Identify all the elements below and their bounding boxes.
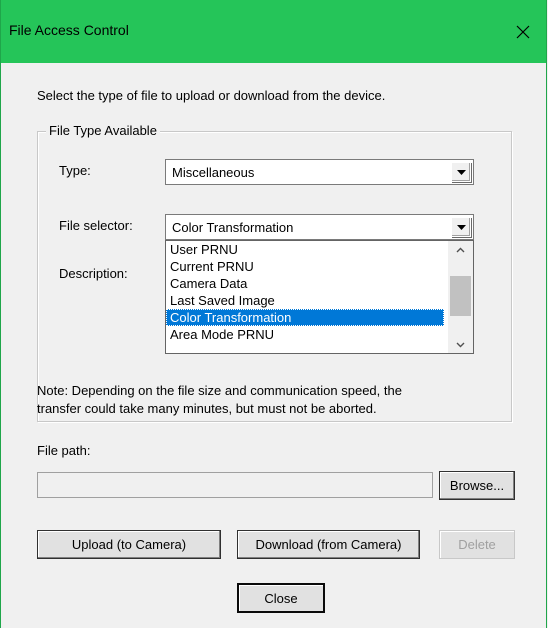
list-item[interactable]: Current PRNU (166, 258, 444, 275)
chevron-up-icon (456, 247, 465, 252)
list-item[interactable]: User PRNU (166, 241, 444, 258)
type-combo[interactable]: Miscellaneous (165, 159, 474, 185)
chevron-down-icon (456, 342, 465, 347)
chevron-down-icon (456, 224, 466, 230)
note-line-1: Note: Depending on the file size and com… (37, 383, 402, 398)
type-label: Type: (59, 163, 91, 178)
browse-button[interactable]: Browse... (439, 471, 515, 500)
upload-button[interactable]: Upload (to Camera) (37, 530, 221, 559)
scroll-up-button[interactable] (448, 241, 473, 258)
file-selector-combo[interactable]: Color Transformation (165, 214, 474, 240)
file-access-control-dialog: File Access Control Select the type of f… (0, 0, 547, 628)
dropdown-scrollbar[interactable] (448, 241, 473, 353)
file-selector-dropdown-list[interactable]: User PRNU Current PRNU Camera Data Last … (165, 240, 474, 354)
delete-button[interactable]: Delete (439, 530, 515, 559)
window-title: File Access Control (9, 22, 129, 38)
file-selector-arrow[interactable] (451, 217, 471, 237)
file-path-field[interactable] (37, 472, 433, 498)
download-button[interactable]: Download (from Camera) (237, 530, 420, 559)
scroll-down-button[interactable] (448, 336, 473, 353)
file-selector-value: Color Transformation (172, 220, 294, 235)
note-line-2: transfer could take many minutes, but mu… (37, 401, 377, 416)
close-icon (516, 25, 530, 39)
file-selector-label: File selector: (59, 218, 133, 233)
title-bar[interactable]: File Access Control (1, 0, 546, 63)
list-item[interactable]: Camera Data (166, 275, 444, 292)
close-window-button[interactable] (500, 14, 546, 50)
list-item-selected[interactable]: Color Transformation (166, 309, 444, 326)
chevron-down-icon (456, 169, 466, 175)
description-label: Description: (59, 266, 128, 281)
note-text: Note: Depending on the file size and com… (37, 382, 507, 418)
file-path-label: File path: (37, 443, 91, 458)
type-combo-arrow[interactable] (451, 162, 471, 182)
group-legend: File Type Available (46, 123, 160, 138)
list-item[interactable]: Area Mode PRNU (166, 326, 444, 343)
close-button[interactable]: Close (237, 583, 325, 613)
list-item[interactable]: Last Saved Image (166, 292, 444, 309)
type-combo-value: Miscellaneous (172, 165, 255, 180)
intro-text: Select the type of file to upload or dow… (37, 88, 386, 103)
scroll-thumb[interactable] (450, 276, 471, 316)
